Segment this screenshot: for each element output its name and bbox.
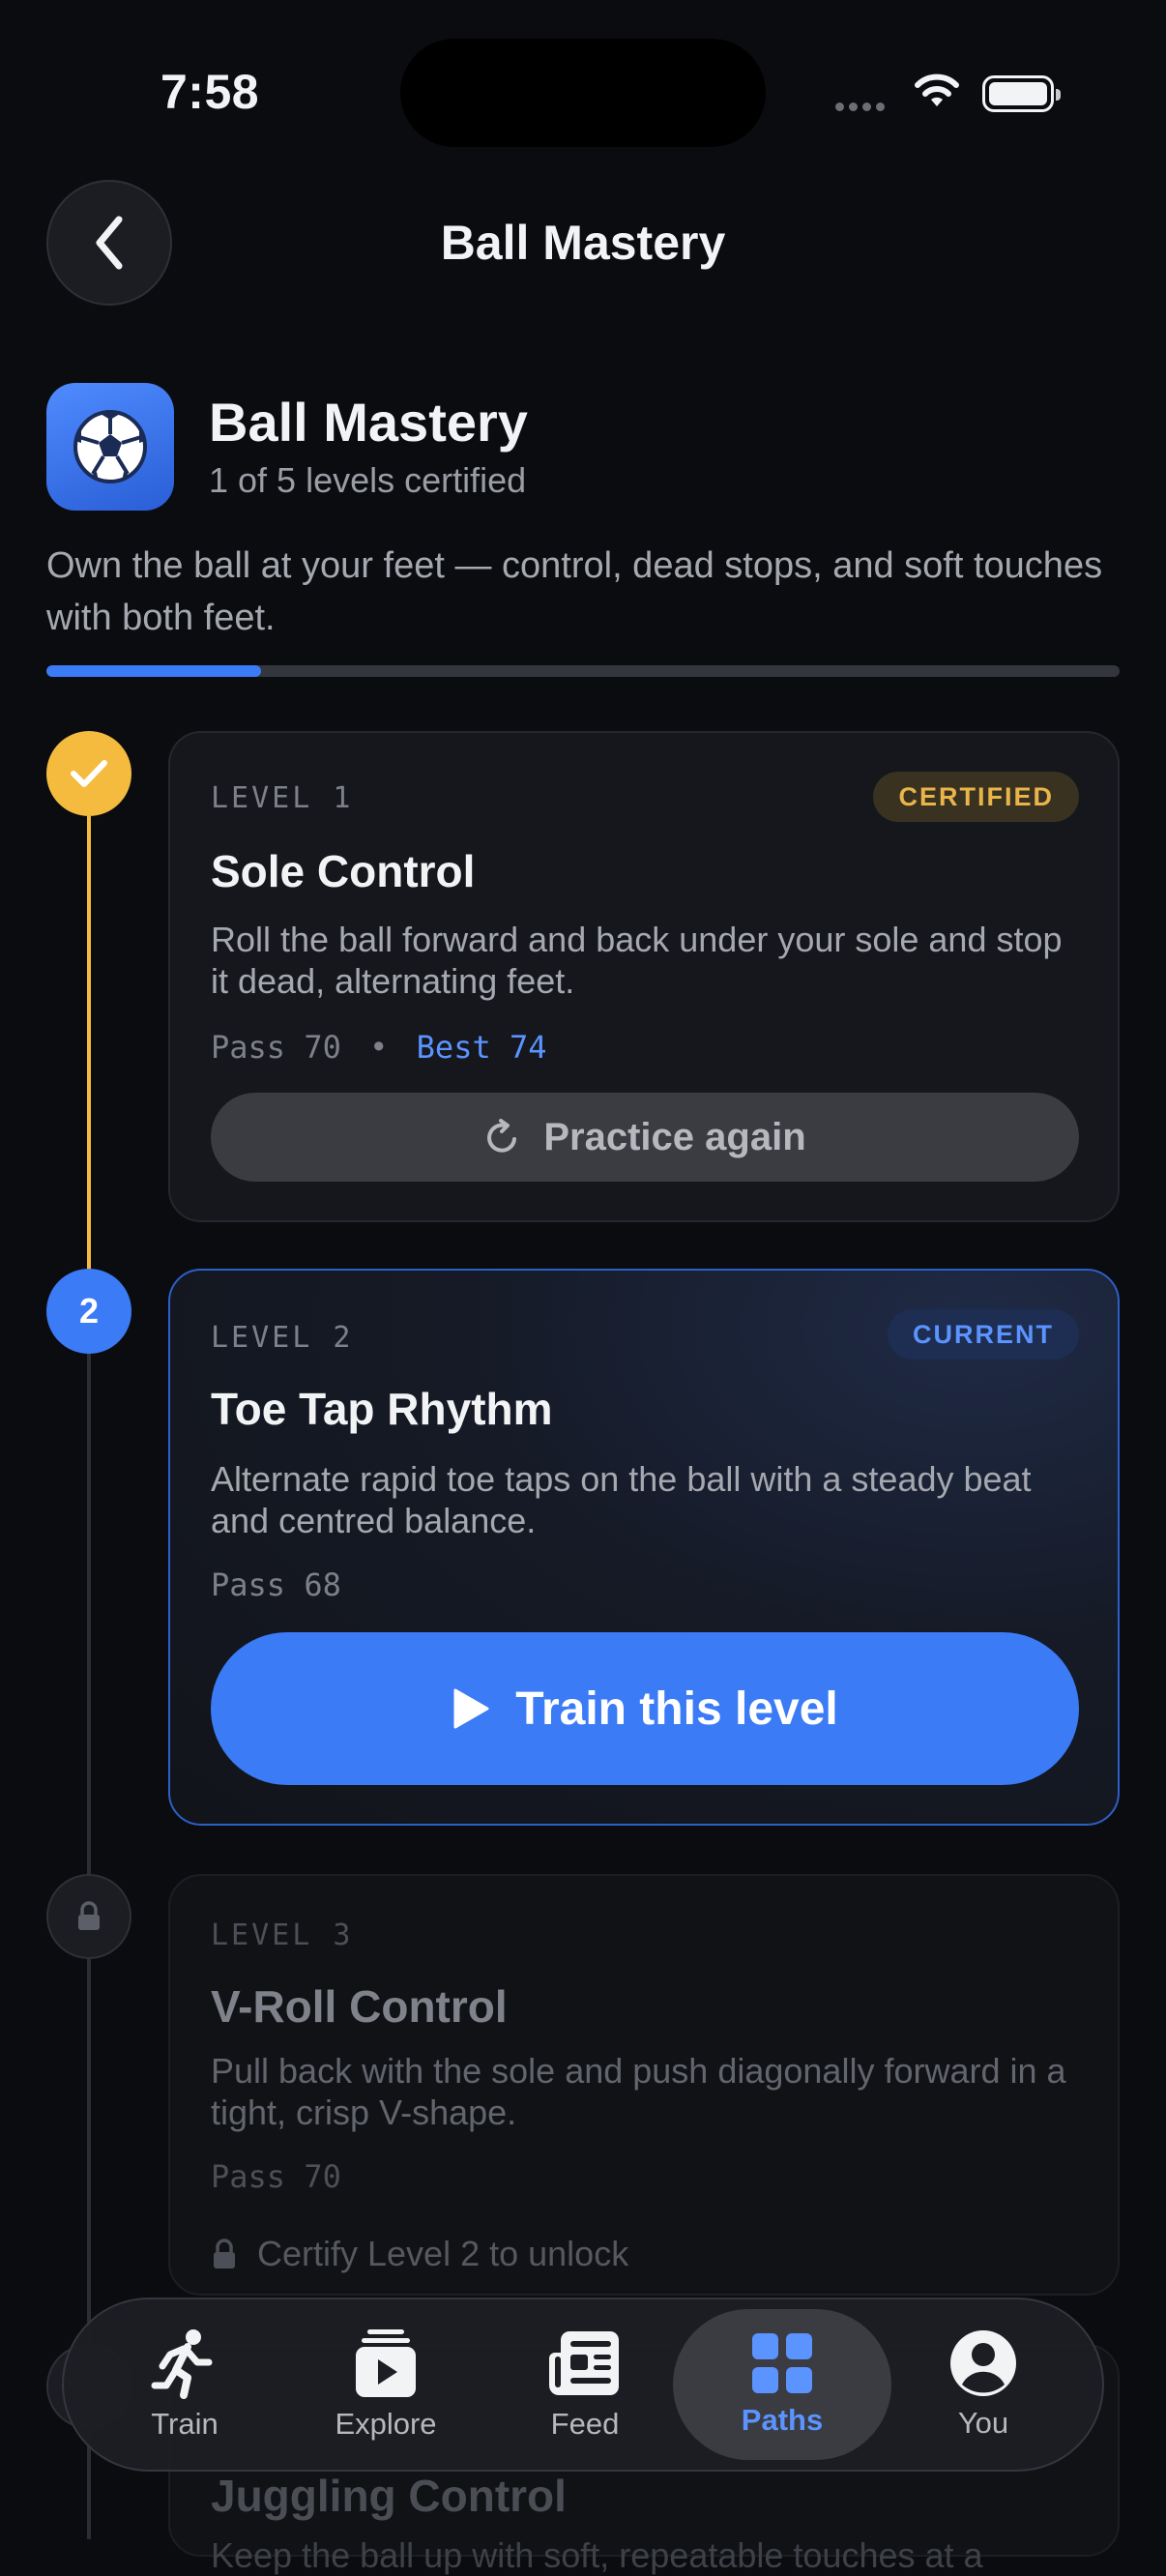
level-3-node xyxy=(46,1874,131,1959)
train-level-label: Train this level xyxy=(515,1683,838,1735)
level-card-3: LEVEL 3 V-Roll Control Pull back with th… xyxy=(168,1874,1120,2296)
tab-label: You xyxy=(957,2406,1009,2440)
level-title: Toe Tap Rhythm xyxy=(211,1384,553,1434)
timeline-rail-certified xyxy=(87,816,91,1271)
path-progress-fill xyxy=(46,665,261,677)
pass-score: Pass 70 xyxy=(211,1029,341,1066)
level-card-2: LEVEL 2 CURRENT Toe Tap Rhythm Alternate… xyxy=(168,1269,1120,1826)
dynamic-island xyxy=(400,39,766,147)
grid-icon xyxy=(752,2333,812,2393)
tab-explore[interactable]: Explore xyxy=(277,2309,495,2460)
unlock-requirement-text: Certify Level 2 to unlock xyxy=(257,2234,629,2273)
checkmark-icon xyxy=(71,760,107,787)
timeline-rail xyxy=(87,1959,91,2539)
level-description: Alternate rapid toe taps on the ball wit… xyxy=(211,1459,1032,1540)
meta-separator: • xyxy=(369,1029,389,1066)
page-title: Ball Mastery xyxy=(440,216,726,270)
lock-icon xyxy=(214,2239,235,2269)
level-score-meta: Pass 70 • Best 74 xyxy=(211,1029,547,1066)
level-description: Pull back with the sole and push diagona… xyxy=(211,2051,1066,2132)
level-title: Juggling Control xyxy=(211,2471,567,2521)
level-2-node: 2 xyxy=(46,1269,131,1354)
level-description: Keep the ball up with soft, repeatable t… xyxy=(211,2535,983,2575)
cellular-signal-icon xyxy=(835,99,889,116)
level-label: LEVEL 1 xyxy=(211,781,354,815)
runner-icon xyxy=(151,2329,213,2399)
level-label: LEVEL 2 xyxy=(211,1321,354,1355)
newspaper-icon xyxy=(549,2331,619,2395)
tab-label: Explore xyxy=(335,2407,437,2441)
current-badge: CURRENT xyxy=(888,1309,1079,1360)
path-description: Own the ball at your feet — control, dea… xyxy=(46,545,1103,638)
path-progress-bar xyxy=(46,665,1120,677)
tab-label: Paths xyxy=(741,2403,824,2437)
person-circle-icon xyxy=(950,2330,1016,2396)
certified-badge: CERTIFIED xyxy=(873,772,1079,822)
tab-feed[interactable]: Feed xyxy=(476,2309,694,2460)
tab-you[interactable]: You xyxy=(874,2309,1093,2460)
wifi-icon xyxy=(913,72,961,115)
train-level-button[interactable]: Train this level xyxy=(211,1632,1079,1785)
soccer-ball-icon xyxy=(46,383,174,511)
level-title: Sole Control xyxy=(211,846,476,896)
level-1-node xyxy=(46,731,131,816)
play-icon xyxy=(453,1688,489,1729)
practice-again-button[interactable]: Practice again xyxy=(211,1093,1079,1182)
best-score: Best 74 xyxy=(416,1029,547,1066)
level-label: LEVEL 3 xyxy=(211,1918,354,1952)
level-title: V-Roll Control xyxy=(211,1981,508,2032)
pass-score: Pass 70 xyxy=(211,2158,341,2195)
tab-paths[interactable]: Paths xyxy=(673,2309,891,2460)
level-card-1: LEVEL 1 CERTIFIED Sole Control Roll the … xyxy=(168,731,1120,1222)
path-title: Ball Mastery xyxy=(209,392,528,453)
tab-label: Feed xyxy=(550,2407,620,2441)
level-description: Roll the ball forward and back under you… xyxy=(211,920,1063,1001)
status-time: 7:58 xyxy=(160,65,260,119)
bottom-tab-bar: Train Explore Feed Paths You xyxy=(62,2298,1104,2472)
timeline-rail xyxy=(87,1354,91,1876)
battery-icon xyxy=(982,75,1061,112)
tab-train[interactable]: Train xyxy=(75,2309,294,2460)
play-stack-icon xyxy=(356,2329,416,2397)
pass-score: Pass 68 xyxy=(211,1566,341,1603)
refresh-icon xyxy=(487,1119,517,1153)
path-progress-text: 1 of 5 levels certified xyxy=(209,460,527,500)
lock-icon xyxy=(78,1901,100,1930)
tab-label: Train xyxy=(151,2407,219,2441)
practice-again-label: Practice again xyxy=(543,1115,806,1158)
unlock-requirement: Certify Level 2 to unlock xyxy=(211,2234,628,2274)
